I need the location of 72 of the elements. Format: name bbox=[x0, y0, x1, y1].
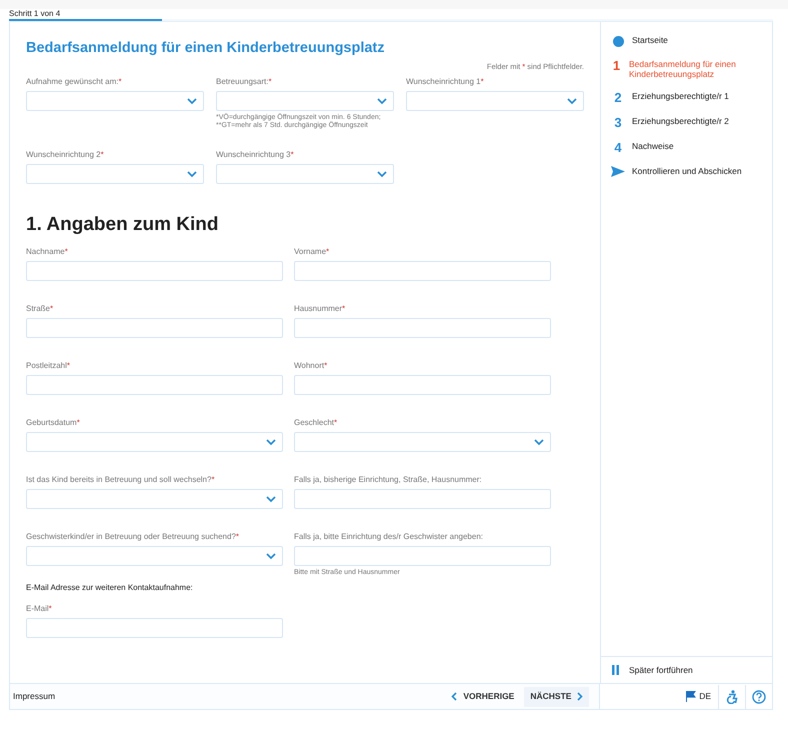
field-label: Falls ja, bisherige Einrichtung, Straße, Hausnummer: bbox=[294, 474, 483, 486]
field-label: Ist das Kind bereits in Betreuung und soll wechseln?* bbox=[26, 474, 216, 486]
field-label: Geburtsdatum* bbox=[26, 417, 81, 430]
help-icon bbox=[752, 690, 766, 704]
pause-icon bbox=[612, 665, 619, 675]
dot-icon bbox=[612, 36, 624, 47]
dropdown-field[interactable] bbox=[26, 164, 204, 184]
step-number: 1 bbox=[612, 59, 622, 72]
input-field[interactable] bbox=[294, 546, 551, 566]
input-field[interactable] bbox=[294, 375, 551, 396]
dropdown-field[interactable] bbox=[294, 432, 551, 452]
field-label: Hausnummer* bbox=[294, 303, 346, 316]
form-title: Bedarfsanmeldung für einen Kinderbetreuungsplatz bbox=[26, 39, 385, 57]
chevron-down-icon bbox=[187, 170, 197, 178]
chevron-right-icon bbox=[577, 692, 584, 701]
chevron-down-icon bbox=[377, 170, 387, 178]
dropdown-field[interactable] bbox=[216, 164, 394, 184]
dropdown-field[interactable] bbox=[26, 489, 283, 510]
dropdown-field[interactable] bbox=[406, 91, 584, 112]
send-icon bbox=[611, 166, 625, 177]
step-item[interactable]: Kontrollieren und Abschicken bbox=[611, 160, 772, 183]
save-later-button[interactable]: Später fortführen bbox=[612, 664, 693, 676]
field-label: E-Mail* bbox=[26, 603, 53, 616]
field-label: Wunscheinrichtung 1* bbox=[406, 76, 485, 88]
field-label: Geschlecht* bbox=[294, 417, 338, 430]
dropdown-field[interactable] bbox=[216, 91, 394, 112]
input-field[interactable] bbox=[26, 375, 283, 396]
next-button[interactable]: NÄCHSTE bbox=[524, 686, 590, 706]
dropdown-field[interactable] bbox=[26, 546, 283, 566]
flag-icon bbox=[686, 691, 696, 702]
step-number: 4 bbox=[613, 141, 623, 154]
input-field[interactable] bbox=[26, 618, 283, 638]
field-label: Wunscheinrichtung 3* bbox=[216, 149, 295, 162]
field-label: Betreuungsart:* bbox=[216, 76, 273, 88]
field-label: Nachname* bbox=[26, 246, 69, 258]
field-label: Aufnahme gewünscht am:* bbox=[26, 76, 123, 88]
step-item[interactable]: Startseite bbox=[611, 29, 772, 53]
field-label: Postleitzahl* bbox=[26, 360, 72, 372]
field-label: Wunscheinrichtung 2* bbox=[26, 149, 105, 162]
input-field[interactable] bbox=[26, 261, 283, 282]
input-field[interactable] bbox=[26, 318, 283, 338]
step-item[interactable]: 3 Erziehungsberechtigte/r 2 bbox=[611, 110, 772, 135]
section-heading: 1. Angaben zum Kind bbox=[26, 214, 218, 236]
chevron-down-icon bbox=[377, 98, 387, 105]
chevron-down-icon bbox=[266, 552, 276, 560]
step-number: 2 bbox=[613, 91, 623, 104]
step-item[interactable]: 2 Erziehungsberechtigte/r 1 bbox=[611, 85, 772, 110]
step-counter: Schritt 1 von 4 bbox=[9, 9, 60, 19]
input-field[interactable] bbox=[294, 318, 551, 338]
contact-heading: E-Mail Adresse zur weiteren Kontaktaufnahme: bbox=[26, 582, 193, 594]
field-label: Wohnort* bbox=[294, 360, 328, 372]
field-label: Geschwisterkind/er in Betreuung oder Betreuung suchend?* bbox=[26, 531, 240, 544]
chevron-down-icon bbox=[266, 438, 276, 446]
previous-button[interactable]: VORHERIGE bbox=[445, 686, 520, 706]
chevron-down-icon bbox=[266, 496, 276, 503]
impressum-link[interactable]: Impressum bbox=[13, 690, 56, 703]
chevron-left-icon bbox=[451, 692, 458, 701]
input-field[interactable] bbox=[294, 489, 551, 510]
field-label: Straße* bbox=[26, 303, 54, 316]
chevron-down-icon bbox=[567, 98, 577, 105]
field-label: Vorname* bbox=[294, 246, 330, 258]
step-number: 3 bbox=[613, 116, 623, 129]
accessibility-icon bbox=[726, 690, 738, 704]
language-button[interactable]: DE bbox=[683, 686, 714, 706]
chevron-down-icon bbox=[534, 438, 544, 446]
input-field[interactable] bbox=[294, 261, 551, 282]
step-item[interactable]: 4 Nachweise bbox=[611, 135, 772, 160]
dropdown-field[interactable] bbox=[26, 91, 204, 112]
dropdown-field[interactable] bbox=[26, 432, 283, 452]
chevron-down-icon bbox=[187, 98, 197, 105]
field-label: Falls ja, bitte Einrichtung des/r Geschwister angeben: bbox=[294, 531, 484, 544]
step-item[interactable]: 1 Bedarfsanmeldung für einen Kinderbetreuungsplatz bbox=[611, 53, 772, 85]
